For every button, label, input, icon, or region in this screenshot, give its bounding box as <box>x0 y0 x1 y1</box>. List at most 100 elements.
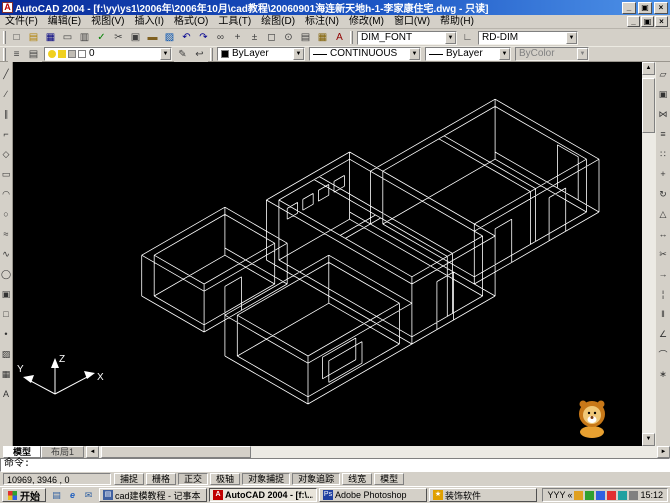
menu-tools[interactable]: 工具(T) <box>213 15 256 28</box>
dropdown-arrow-icon[interactable] <box>499 48 510 60</box>
fillet-icon[interactable]: ⌒ <box>657 344 670 364</box>
menu-edit[interactable]: 编辑(E) <box>43 15 86 28</box>
stretch-icon[interactable]: ↔ <box>657 224 670 244</box>
new-file-icon[interactable]: □ <box>8 30 25 45</box>
snap-toggle[interactable]: 捕捉 <box>114 473 145 485</box>
color-combo[interactable]: ByLayer <box>217 47 305 61</box>
polyline-icon[interactable]: ⌐ <box>0 124 13 144</box>
dropdown-arrow-icon[interactable] <box>566 31 577 44</box>
match-properties-icon[interactable]: ▨ <box>161 30 178 45</box>
move-icon[interactable]: + <box>657 164 670 184</box>
vertical-scroll-thumb[interactable] <box>642 78 655 133</box>
restore-button[interactable]: ▣ <box>638 1 652 14</box>
chamfer-icon[interactable]: ∠ <box>657 324 670 344</box>
layers-icon[interactable]: ≡ <box>8 46 25 62</box>
mirror-icon[interactable]: ⋈ <box>657 104 670 124</box>
desktop-pet-lion[interactable] <box>570 396 614 440</box>
zoom-realtime-icon[interactable]: ± <box>246 30 263 45</box>
layer-properties-icon[interactable]: ▤ <box>25 46 42 62</box>
ime-pen-icon[interactable] <box>585 490 595 500</box>
menu-view[interactable]: 视图(V) <box>86 15 129 28</box>
horizontal-scrollbar[interactable] <box>86 446 670 458</box>
linetype-combo[interactable]: CONTINUOUS <box>309 47 421 61</box>
menu-help[interactable]: 帮助(H) <box>435 15 479 28</box>
outlook-icon[interactable]: ✉ <box>81 489 96 502</box>
construction-line-icon[interactable]: ∕ <box>0 84 13 104</box>
menu-window[interactable]: 窗口(W) <box>389 15 435 28</box>
menu-insert[interactable]: 插入(I) <box>129 15 168 28</box>
toolbar-grip[interactable] <box>3 31 6 44</box>
offset-icon[interactable]: ≡ <box>657 124 670 144</box>
tray-chevron-icon[interactable] <box>567 490 572 500</box>
otrack-toggle[interactable]: 对象追踪 <box>292 473 341 485</box>
minimize-button[interactable]: _ <box>622 1 636 14</box>
break-icon[interactable]: ‖ <box>657 304 670 324</box>
menu-dimension[interactable]: 标注(N) <box>300 15 344 28</box>
scroll-left-button[interactable] <box>86 446 100 458</box>
close-button[interactable]: × <box>654 1 668 14</box>
grid-toggle[interactable]: 栅格 <box>146 473 177 485</box>
spline-icon[interactable]: ∿ <box>0 244 13 264</box>
dim-style-combo[interactable]: RD-DIM <box>478 30 578 45</box>
designcenter-icon[interactable]: ▦ <box>314 30 331 45</box>
osnap-toggle[interactable]: 对象捕捉 <box>242 473 291 485</box>
show-desktop-icon[interactable]: ▤ <box>49 489 64 502</box>
dropdown-arrow-icon[interactable] <box>293 48 304 60</box>
doc-restore-button[interactable]: ▣ <box>641 16 654 27</box>
ime-indicator[interactable]: YYY <box>547 490 565 500</box>
toolbar-grip[interactable] <box>350 31 353 44</box>
horizontal-scroll-track[interactable] <box>99 446 657 458</box>
vertical-scrollbar[interactable] <box>642 62 655 446</box>
plot-icon[interactable]: ▭ <box>59 30 76 45</box>
polygon-icon[interactable]: ◇ <box>0 144 13 164</box>
copy-object-icon[interactable]: ▣ <box>657 84 670 104</box>
erase-icon[interactable]: ▱ <box>657 64 670 84</box>
menu-file[interactable]: 文件(F) <box>0 15 43 28</box>
circle-icon[interactable]: ○ <box>0 204 13 224</box>
messenger-icon[interactable] <box>618 490 628 500</box>
dropdown-arrow-icon[interactable] <box>160 48 171 60</box>
notepad-task[interactable]: ▤ cad建模教程 - 记事本 <box>99 488 207 502</box>
horizontal-scroll-thumb[interactable] <box>101 446 252 458</box>
mtext-icon[interactable]: A <box>0 384 13 404</box>
menu-format[interactable]: 格式(O) <box>169 15 213 28</box>
insert-block-icon[interactable]: ▣ <box>0 284 13 304</box>
dropdown-arrow-icon[interactable] <box>409 48 420 60</box>
start-button[interactable]: 开始 <box>2 488 46 503</box>
break-at-point-icon[interactable]: ¦ <box>657 284 670 304</box>
pan-icon[interactable]: + <box>229 30 246 45</box>
tab-layout1[interactable]: 布局1 <box>41 446 85 458</box>
menu-modify[interactable]: 修改(M) <box>344 15 389 28</box>
rectangle-icon[interactable]: ▭ <box>0 164 13 184</box>
line-icon[interactable]: ╱ <box>0 64 13 84</box>
toolbar-grip[interactable] <box>210 47 213 61</box>
scroll-down-button[interactable] <box>642 433 655 446</box>
autocad-task[interactable]: A AutoCAD 2004 - [f:\... <box>209 488 317 502</box>
vertical-scroll-track[interactable] <box>642 75 655 433</box>
undo-icon[interactable]: ↶ <box>178 30 195 45</box>
lwt-toggle[interactable]: 线宽 <box>342 473 373 485</box>
ellipse-icon[interactable]: ◯ <box>0 264 13 284</box>
ie-icon[interactable]: e <box>65 489 80 502</box>
zoom-previous-icon[interactable]: ⊙ <box>280 30 297 45</box>
text-style-icon[interactable]: A <box>331 30 348 45</box>
lineweight-combo[interactable]: ByLayer <box>425 47 511 61</box>
insert-hyperlink-icon[interactable]: ∞ <box>212 30 229 45</box>
scale-icon[interactable]: △ <box>657 204 670 224</box>
make-object-layer-icon[interactable]: ✎ <box>174 46 191 62</box>
volume-icon[interactable] <box>596 490 606 500</box>
multiline-icon[interactable]: ∥ <box>0 104 13 124</box>
redo-icon[interactable]: ↷ <box>195 30 212 45</box>
command-line[interactable]: 命令: <box>0 458 670 472</box>
ortho-toggle[interactable]: 正交 <box>178 473 209 485</box>
toolbar-grip[interactable] <box>3 47 6 61</box>
plot-preview-icon[interactable]: ▥ <box>76 30 93 45</box>
dropdown-arrow-icon[interactable] <box>445 31 456 44</box>
arc-icon[interactable]: ◠ <box>0 184 13 204</box>
hatch-icon[interactable]: ▨ <box>0 344 13 364</box>
doc-minimize-button[interactable]: _ <box>627 16 640 27</box>
text-style-combo[interactable]: DIM_FONT <box>357 30 457 45</box>
photoshop-task[interactable]: Ps Adobe Photoshop <box>319 488 427 502</box>
trim-icon[interactable]: ✂ <box>657 244 670 264</box>
open-file-icon[interactable]: ▤ <box>25 30 42 45</box>
